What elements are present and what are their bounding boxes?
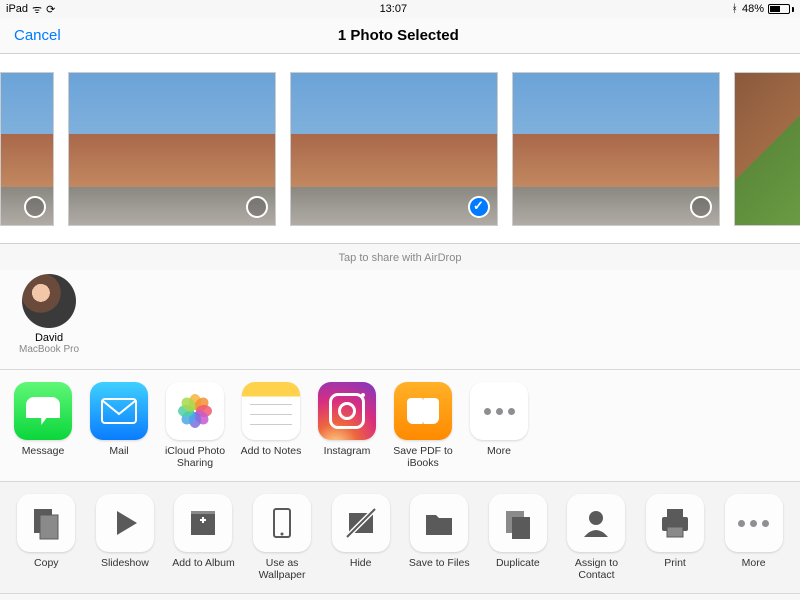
app-label: iCloud Photo Sharing	[164, 445, 226, 469]
wallpaper-icon	[253, 494, 311, 552]
copy-icon	[17, 494, 75, 552]
files-icon	[410, 494, 468, 552]
action-label: Use as Wallpaper	[248, 557, 317, 581]
bluetooth-icon: ᚼ	[731, 3, 738, 15]
selection-indicator[interactable]	[690, 196, 712, 218]
contact-sub: MacBook Pro	[14, 344, 84, 355]
ibooks-icon	[394, 382, 452, 440]
share-app-ibooks[interactable]: Save PDF to iBooks	[392, 382, 454, 469]
action-print[interactable]: Print	[641, 494, 710, 581]
photo-thumbnail[interactable]	[0, 72, 54, 226]
app-label: Mail	[88, 445, 150, 457]
app-label: Add to Notes	[240, 445, 302, 457]
action-wallpaper[interactable]: Use as Wallpaper	[248, 494, 317, 581]
contact-name: David	[14, 332, 84, 344]
action-label: Print	[641, 557, 710, 569]
more-icon	[470, 382, 528, 440]
device-label: iPad	[6, 3, 28, 15]
app-label: More	[468, 445, 530, 457]
status-bar: iPad ᯤ ⟳ 13:07 ᚼ 48%	[0, 0, 800, 18]
more-icon	[725, 494, 783, 552]
share-app-instagram[interactable]: Instagram	[316, 382, 378, 469]
page-title: 1 Photo Selected	[11, 27, 786, 44]
share-app-notes[interactable]: Add to Notes	[240, 382, 302, 469]
print-icon	[646, 494, 704, 552]
share-app-mail[interactable]: Mail	[88, 382, 150, 469]
photo-thumbnail[interactable]	[68, 72, 276, 226]
photo-image	[734, 72, 800, 226]
selection-indicator[interactable]	[468, 196, 490, 218]
share-app-photos[interactable]: iCloud Photo Sharing	[164, 382, 226, 469]
duplicate-icon	[489, 494, 547, 552]
action-copy[interactable]: Copy	[12, 494, 81, 581]
action-label: Copy	[12, 557, 81, 569]
photo-thumbnail[interactable]	[290, 72, 498, 226]
nav-bar: Cancel 1 Photo Selected	[0, 18, 800, 54]
instagram-icon	[318, 382, 376, 440]
avatar	[22, 274, 76, 328]
app-label: Save PDF to iBooks	[392, 445, 454, 469]
photo-image	[68, 72, 276, 226]
action-label: Hide	[326, 557, 395, 569]
action-contact[interactable]: Assign to Contact	[562, 494, 631, 581]
photos-icon	[166, 382, 224, 440]
app-label: Message	[12, 445, 74, 457]
action-hide[interactable]: Hide	[326, 494, 395, 581]
photo-thumbnail[interactable]	[734, 72, 800, 226]
share-app-message[interactable]: Message	[12, 382, 74, 469]
airdrop-hint: Tap to share with AirDrop	[0, 244, 800, 270]
battery-pct: 48%	[742, 3, 764, 15]
airdrop-contact[interactable]: David MacBook Pro	[14, 274, 84, 355]
share-app-more[interactable]: More	[468, 382, 530, 469]
addalbum-icon	[174, 494, 232, 552]
photo-thumbnail[interactable]	[512, 72, 720, 226]
action-files[interactable]: Save to Files	[405, 494, 474, 581]
action-duplicate[interactable]: Duplicate	[484, 494, 553, 581]
photo-image	[290, 72, 498, 226]
clock: 13:07	[55, 3, 731, 15]
action-label: Duplicate	[484, 557, 553, 569]
action-addalbum[interactable]: Add to Album	[169, 494, 238, 581]
action-label: Save to Files	[405, 557, 474, 569]
message-icon	[14, 382, 72, 440]
action-label: Assign to Contact	[562, 557, 631, 581]
selection-indicator[interactable]	[24, 196, 46, 218]
play-icon	[96, 494, 154, 552]
action-label: More	[719, 557, 788, 569]
wifi-icon: ᯤ	[32, 2, 42, 17]
action-play[interactable]: Slideshow	[91, 494, 160, 581]
battery-icon	[768, 4, 794, 14]
sync-icon: ⟳	[46, 3, 55, 16]
mail-icon	[90, 382, 148, 440]
hide-icon	[332, 494, 390, 552]
share-apps-row: Message Mail iCloud Photo Sharing Add to No…	[0, 370, 800, 482]
photo-image	[512, 72, 720, 226]
action-label: Slideshow	[91, 557, 160, 569]
selection-indicator[interactable]	[246, 196, 268, 218]
notes-icon	[242, 382, 300, 440]
airdrop-row: David MacBook Pro	[0, 270, 800, 370]
action-more[interactable]: More	[719, 494, 788, 581]
app-label: Instagram	[316, 445, 378, 457]
photo-strip[interactable]	[0, 54, 800, 244]
contact-icon	[567, 494, 625, 552]
actions-row: Copy Slideshow Add to Album Use as Wallpape…	[0, 482, 800, 594]
action-label: Add to Album	[169, 557, 238, 569]
